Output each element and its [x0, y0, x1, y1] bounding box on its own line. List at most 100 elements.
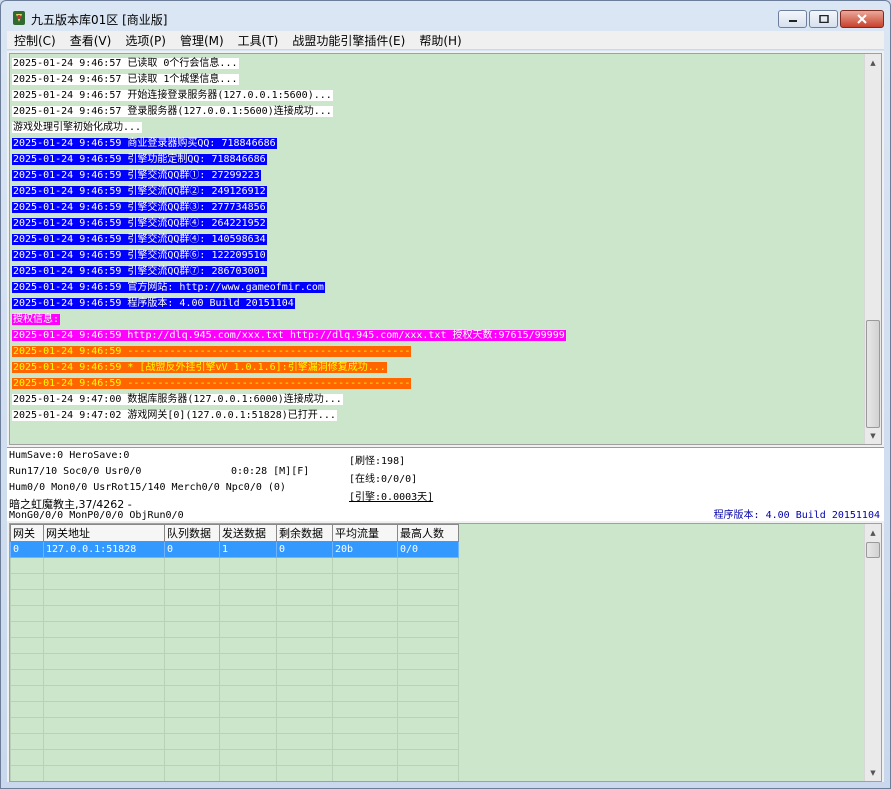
table-row-empty[interactable] — [10, 557, 459, 574]
table-row-empty[interactable] — [10, 669, 459, 686]
grid-scroll-down-icon[interactable]: ▼ — [865, 764, 881, 781]
grid-scroll-up-icon[interactable]: ▲ — [865, 524, 881, 541]
table-row-empty[interactable] — [10, 765, 459, 781]
table-cell — [219, 701, 277, 718]
table-row-empty[interactable] — [10, 717, 459, 734]
col-gateway[interactable]: 网关 — [10, 524, 44, 542]
log-scrollbar[interactable]: ▲ ▼ — [864, 54, 881, 444]
table-cell — [164, 765, 220, 781]
table-cell — [43, 589, 165, 606]
log-line-text: 2025-01-24 9:46:59 引擎交流QQ群②: 249126912 — [12, 186, 267, 197]
table-cell — [43, 557, 165, 574]
col-address[interactable]: 网关地址 — [43, 524, 165, 542]
table-cell — [276, 621, 333, 638]
table-row-empty[interactable] — [10, 685, 459, 702]
menu-bar: 控制(C) 查看(V) 选项(P) 管理(M) 工具(T) 战盟功能引擎插件(E… — [7, 31, 884, 50]
table-row-empty[interactable] — [10, 605, 459, 622]
status-engine[interactable]: [引擎:0.0003天] — [349, 488, 433, 503]
table-cell — [219, 621, 277, 638]
log-line: 授权信息: — [12, 312, 566, 328]
log-line-text: 2025-01-24 9:47:00 数据库服务器(127.0.0.1:6000… — [12, 394, 343, 405]
log-line-text: 2025-01-24 9:46:59 ---------------------… — [12, 378, 412, 389]
table-cell — [219, 685, 277, 702]
table-row-empty[interactable] — [10, 621, 459, 638]
table-row-empty[interactable] — [10, 653, 459, 670]
menu-engine-plugin[interactable]: 战盟功能引擎插件(E) — [285, 32, 412, 49]
table-cell: 20b — [332, 541, 398, 558]
log-line: 2025-01-24 9:46:59 引擎功能定制QQ: 718846686 — [12, 152, 566, 168]
col-remaining[interactable]: 剩余数据 — [276, 524, 333, 542]
scroll-down-icon[interactable]: ▼ — [865, 427, 881, 444]
log-line-text: 2025-01-24 9:46:59 引擎交流QQ群④: 264221952 — [12, 218, 267, 229]
table-cell — [397, 557, 459, 574]
gateway-grid[interactable]: 网关 网关地址 队列数据 发送数据 剩余数据 平均流量 最高人数 0 127.0.… — [9, 523, 882, 782]
table-cell — [10, 605, 44, 622]
table-row-empty[interactable] — [10, 749, 459, 766]
menu-control[interactable]: 控制(C) — [7, 32, 63, 49]
menu-view[interactable]: 查看(V) — [63, 32, 119, 49]
log-line: 2025-01-24 9:46:59 引擎交流QQ群②: 249126912 — [12, 184, 566, 200]
log-line: 2025-01-24 9:46:59 http://dlq.945.com/xx… — [12, 328, 566, 344]
table-row-empty[interactable] — [10, 573, 459, 590]
log-line-text: 2025-01-24 9:46:59 引擎交流QQ群⑦: 286703001 — [12, 266, 267, 277]
maximize-button[interactable] — [809, 10, 838, 28]
table-cell — [10, 701, 44, 718]
log-line: 游戏处理引擎初始化成功... — [12, 120, 566, 136]
table-row[interactable]: 0 127.0.0.1:51828 0 1 0 20b 0/0 — [10, 541, 459, 558]
table-cell — [397, 653, 459, 670]
version-label: 程序版本: 4.00 Build 20151104 — [713, 510, 880, 521]
table-cell — [332, 573, 398, 590]
minimize-button[interactable] — [778, 10, 807, 28]
menu-manage[interactable]: 管理(M) — [173, 32, 231, 49]
table-row-empty[interactable] — [10, 589, 459, 606]
close-button[interactable] — [840, 10, 884, 28]
table-cell — [43, 701, 165, 718]
scroll-up-icon[interactable]: ▲ — [865, 54, 881, 71]
log-line: 2025-01-24 9:46:59 商业登录器购买QQ: 718846686 — [12, 136, 566, 152]
table-cell — [164, 749, 220, 766]
col-max-users[interactable]: 最高人数 — [397, 524, 459, 542]
col-sent[interactable]: 发送数据 — [219, 524, 277, 542]
table-row-empty[interactable] — [10, 637, 459, 654]
title-bar[interactable]: 九五版本库01区 [商业版] — [1, 1, 890, 31]
gateway-body: 0 127.0.0.1:51828 0 1 0 20b 0/0 — [10, 541, 459, 781]
log-line-text: 2025-01-24 9:46:59 商业登录器购买QQ: 718846686 — [12, 138, 277, 149]
menu-tools[interactable]: 工具(T) — [231, 32, 286, 49]
app-icon — [13, 11, 25, 25]
col-queue[interactable]: 队列数据 — [164, 524, 220, 542]
table-cell — [43, 637, 165, 654]
table-row-empty[interactable] — [10, 701, 459, 718]
status-mon: MonG0/0/0 MonP0/0/0 ObjRun0/0 — [9, 510, 184, 521]
table-cell — [164, 573, 220, 590]
table-cell — [10, 765, 44, 781]
log-line: 2025-01-24 9:46:59 引擎交流QQ群⑥: 122209510 — [12, 248, 566, 264]
table-cell — [164, 733, 220, 750]
log-line: 2025-01-24 9:46:57 已读取 1个城堡信息... — [12, 72, 566, 88]
table-cell — [397, 573, 459, 590]
log-line: 2025-01-24 9:46:59 ---------------------… — [12, 376, 566, 392]
table-cell — [276, 669, 333, 686]
table-cell — [219, 605, 277, 622]
log-line-text: 2025-01-24 9:46:59 引擎功能定制QQ: 718846686 — [12, 154, 267, 165]
minimize-icon — [788, 20, 797, 22]
table-cell — [397, 749, 459, 766]
table-cell — [10, 653, 44, 670]
table-cell — [10, 621, 44, 638]
menu-options[interactable]: 选项(P) — [118, 32, 173, 49]
table-row-empty[interactable] — [10, 733, 459, 750]
col-avg-flow[interactable]: 平均流量 — [332, 524, 398, 542]
scroll-thumb[interactable] — [866, 320, 880, 428]
grid-scroll-thumb[interactable] — [866, 542, 880, 558]
table-cell — [10, 749, 44, 766]
log-panel[interactable]: 2025-01-24 9:46:57 已读取 0个行会信息... 2025-01-… — [9, 53, 882, 445]
grid-scrollbar[interactable]: ▲ ▼ — [864, 524, 881, 781]
table-cell: 1 — [219, 541, 277, 558]
status-save: HumSave:0 HeroSave:0 — [9, 450, 130, 461]
table-cell — [397, 685, 459, 702]
menu-help[interactable]: 帮助(H) — [412, 32, 468, 49]
table-cell — [332, 749, 398, 766]
table-cell — [397, 733, 459, 750]
log-line-text: 2025-01-24 9:46:59 引擎交流QQ群③: 277734856 — [12, 202, 267, 213]
table-cell — [164, 637, 220, 654]
table-cell — [397, 701, 459, 718]
